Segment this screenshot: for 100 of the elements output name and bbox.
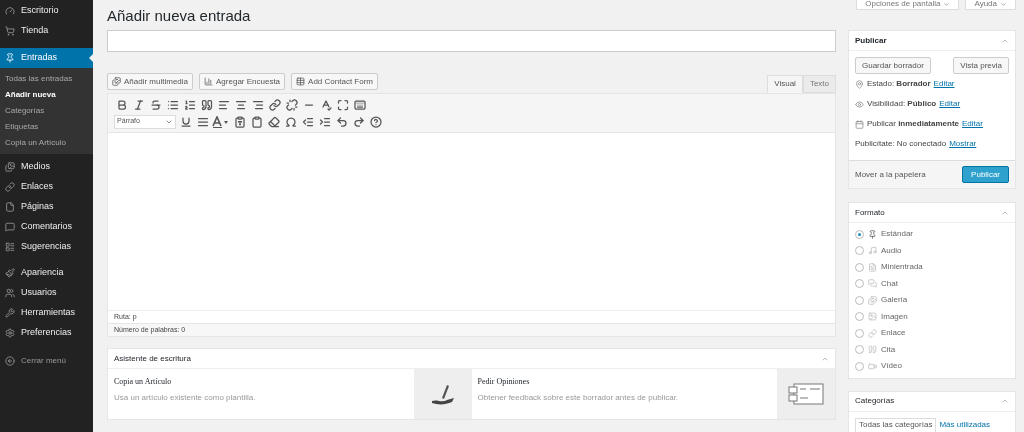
format-label: Chat — [881, 277, 898, 290]
media-button[interactable]: Add Contact Form — [291, 73, 378, 90]
submenu-item[interactable]: Copia un Artículo — [0, 135, 93, 151]
current-pointer-icon — [89, 54, 93, 62]
media-button[interactable]: Agregar Encuesta — [199, 73, 286, 90]
unlink-icon[interactable] — [284, 97, 299, 112]
clipboard-icon[interactable] — [249, 114, 264, 129]
publish-status: Publicítate: No conectado — [855, 138, 947, 150]
link-icon[interactable] — [267, 97, 282, 112]
menu-item[interactable]: Preferencias — [0, 323, 93, 343]
link-icon — [5, 182, 15, 192]
pin-icon — [868, 229, 877, 239]
menu-item[interactable]: Medios — [0, 157, 93, 177]
format-label: Cita — [881, 343, 896, 356]
edit-link[interactable]: Editar — [933, 78, 955, 90]
list-icon — [5, 242, 15, 252]
users-icon — [5, 288, 15, 298]
menu-item[interactable]: Comentarios — [0, 217, 93, 237]
menu-item[interactable]: Escritorio — [0, 1, 93, 21]
fullscreen-icon[interactable] — [335, 97, 350, 112]
calendar-icon — [855, 119, 864, 129]
image-icon — [868, 312, 877, 322]
media-icon — [5, 162, 15, 172]
format-label: Estándar — [881, 228, 914, 241]
submenu-item[interactable]: Añadir nueva — [0, 87, 93, 103]
brush-icon — [5, 268, 15, 278]
panel-title: Asistente de escritura — [114, 352, 191, 365]
text-color-button[interactable] — [212, 114, 230, 129]
submenu-item[interactable]: Categorías — [0, 103, 93, 119]
numbered-list-icon[interactable] — [182, 97, 197, 112]
cart-icon — [5, 26, 15, 36]
undo-icon[interactable] — [334, 114, 349, 129]
card-title: Copia un Artículo — [114, 376, 173, 388]
quote-icon[interactable] — [199, 97, 214, 112]
redo-icon[interactable] — [351, 114, 366, 129]
trash-link[interactable]: Mover a la papelera — [855, 168, 926, 181]
submenu-item[interactable]: Todas las entradas — [0, 71, 93, 87]
card-description: Obtener feedback sobre este borrador antes de publicar. — [477, 392, 680, 404]
chat-icon — [868, 279, 877, 289]
video-icon — [868, 361, 877, 371]
screen-option-button[interactable]: Opciones de pantalla — [856, 0, 960, 10]
edit-link[interactable]: Editar — [962, 118, 983, 130]
format-label: Enlace — [881, 327, 906, 340]
category-tab[interactable]: Todas las categorías — [855, 417, 937, 432]
pin-icon — [5, 53, 15, 63]
media-button[interactable]: Añadir multimedia — [107, 73, 194, 90]
toolbar-toggle-icon[interactable] — [352, 97, 367, 112]
comment-icon — [5, 222, 15, 232]
gauge-icon — [5, 6, 15, 16]
eye-icon — [855, 99, 864, 109]
panel-title: Categorías — [855, 395, 895, 407]
menu-item[interactable]: Páginas — [0, 197, 93, 217]
panel-title: Publicar — [855, 34, 887, 47]
text-color-icon — [212, 115, 230, 128]
screen-option-button[interactable]: Ayuda — [965, 0, 1016, 10]
edit-link[interactable]: Editar — [939, 98, 961, 110]
edit-link[interactable]: Mostrar — [949, 138, 977, 150]
document-icon — [868, 262, 877, 272]
settings-icon — [5, 328, 15, 338]
menu-item[interactable]: Enlaces — [0, 177, 93, 197]
panel-title: Formato — [855, 206, 885, 219]
form-icon — [296, 77, 306, 86]
card-title: Pedir Opiniones — [477, 376, 531, 388]
page-title: Añadir nueva entrada — [107, 6, 252, 26]
menu-item[interactable]: Sugerencias — [0, 237, 93, 257]
caret-icon — [1000, 1, 1007, 8]
wrench-icon — [5, 308, 15, 318]
collapse-icon — [5, 356, 15, 366]
publish-status: Visibilidad: Público — [867, 98, 937, 110]
preview-button[interactable]: Vista previa — [953, 57, 1009, 74]
publish-status: Publicar inmediatamente — [867, 118, 960, 130]
page-icon — [5, 202, 15, 212]
submenu-item[interactable]: Etiquetas — [0, 119, 93, 135]
editor-tab[interactable]: Texto — [802, 75, 836, 93]
caret-icon — [943, 1, 951, 8]
menu-item[interactable]: Herramientas — [0, 303, 93, 323]
menu-item[interactable]: Apariencia — [0, 263, 93, 283]
format-label: Audio — [881, 244, 902, 257]
menu-item[interactable]: Usuarios — [0, 283, 93, 303]
eraser-icon[interactable] — [266, 114, 281, 129]
format-label: Minientrada — [881, 261, 923, 274]
quote-icon — [868, 345, 877, 355]
gallery-icon — [868, 295, 877, 305]
card-description: Usa un artículo existente como plantilla. — [114, 392, 257, 404]
editor-tab[interactable]: Visual — [767, 75, 803, 93]
collapse-menu[interactable]: Cerrar menú — [0, 351, 93, 371]
menu-item[interactable]: Tienda — [0, 21, 93, 41]
category-tab[interactable]: Más utilizadas — [936, 417, 994, 432]
link-icon — [868, 328, 877, 338]
media-icon — [112, 77, 121, 86]
save-draft-button[interactable]: Guardar borrador — [855, 57, 931, 74]
help-icon[interactable] — [368, 114, 383, 129]
poll-icon — [204, 77, 214, 86]
menu-item[interactable]: Entradas — [0, 48, 93, 68]
form-drawing-icon — [788, 382, 824, 406]
title-field[interactable] — [107, 30, 836, 52]
paste-text-icon[interactable] — [232, 114, 247, 129]
format-label: Galería — [881, 294, 908, 307]
publish-status: Estado: Borrador — [867, 78, 931, 90]
omega-icon[interactable] — [283, 114, 298, 129]
